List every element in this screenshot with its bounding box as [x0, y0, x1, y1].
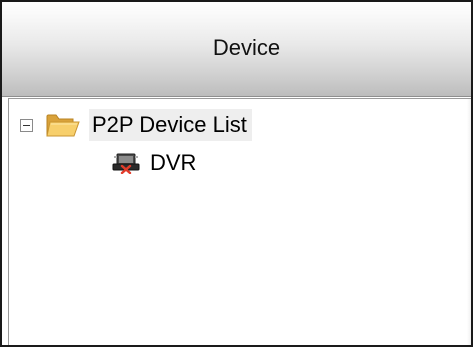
tree-node-p2p-device-list[interactable]: P2P Device List	[20, 107, 252, 143]
tree-node-label[interactable]: P2P Device List	[89, 109, 252, 141]
tree-node-label[interactable]: DVR	[150, 150, 196, 176]
dvr-device-icon	[112, 153, 140, 174]
collapse-toggle-icon[interactable]	[20, 118, 33, 132]
device-tree[interactable]: P2P Device List DVR	[8, 98, 471, 345]
device-panel: Device P2P Device List DVR	[0, 0, 473, 347]
device-header[interactable]: Device	[2, 2, 471, 97]
device-header-title: Device	[212, 35, 281, 60]
folder-open-icon	[46, 114, 80, 137]
tree-node-dvr[interactable]: DVR	[111, 145, 196, 181]
